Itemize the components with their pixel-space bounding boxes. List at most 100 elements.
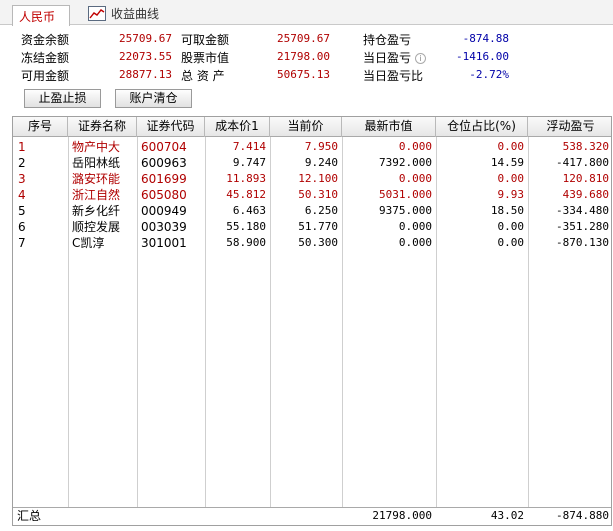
today-pnl-value: -1416.00 — [456, 50, 509, 63]
cell-price: 9.240 — [304, 156, 338, 169]
cell-pct: 18.50 — [490, 204, 524, 217]
stop-profit-loss-button[interactable]: 止盈止损 — [24, 89, 101, 108]
cell-pnl: 439.680 — [562, 188, 609, 201]
cell-name: 潞安环能 — [72, 172, 121, 186]
cell-mv: 0.000 — [398, 220, 432, 233]
stock-value-label: 股票市值 — [181, 51, 230, 65]
cell-price: 12.100 — [298, 172, 338, 185]
cell-name: C凯淳 — [72, 236, 105, 250]
table-row[interactable]: 3 潞安环能 601699 11.893 12.100 0.000 0.00 120.810 — [13, 171, 611, 187]
cell-price: 7.950 — [304, 140, 338, 153]
col-pnl[interactable]: 浮动盈亏 — [528, 117, 613, 137]
cell-code: 003039 — [141, 220, 187, 234]
total-pnl: -874.880 — [556, 509, 609, 522]
col-no[interactable]: 序号 — [13, 117, 68, 137]
today-pnl-label: 当日盈亏 i — [363, 49, 427, 66]
cell-code: 601699 — [141, 172, 187, 186]
available-value: 28877.13 — [119, 68, 172, 81]
cell-name: 顺控发展 — [72, 220, 121, 234]
withdrawable-value: 25709.67 — [277, 32, 330, 45]
cell-name: 物产中大 — [72, 140, 121, 154]
positions-table: 序号 证券名称 证券代码 成本价1 当前价 最新市值 仓位占比(%) 浮动盈亏 … — [12, 116, 612, 526]
cell-cost: 58.900 — [226, 236, 266, 249]
cell-no: 4 — [18, 188, 26, 202]
cell-name: 浙江自然 — [72, 188, 121, 202]
cell-pct: 14.59 — [490, 156, 524, 169]
total-assets-label: 总 资 产 — [181, 69, 225, 83]
col-price[interactable]: 当前价 — [270, 117, 342, 137]
cell-mv: 7392.000 — [379, 156, 432, 169]
cell-mv: 0.000 — [398, 236, 432, 249]
line-chart-icon — [88, 5, 106, 21]
total-label: 汇总 — [17, 509, 42, 523]
cell-no: 2 — [18, 156, 26, 170]
cell-mv: 0.000 — [398, 140, 432, 153]
table-header: 序号 证券名称 证券代码 成本价1 当前价 最新市值 仓位占比(%) 浮动盈亏 — [13, 117, 611, 137]
cell-pnl: -417.800 — [556, 156, 609, 169]
frozen-label: 冻结金额 — [21, 51, 70, 65]
cell-price: 51.770 — [298, 220, 338, 233]
cell-price: 6.250 — [304, 204, 338, 217]
col-cost[interactable]: 成本价1 — [205, 117, 270, 137]
position-pnl-label: 持仓盈亏 — [363, 33, 412, 47]
available-label: 可用金额 — [21, 69, 70, 83]
cell-no: 5 — [18, 204, 26, 218]
total-assets-value: 50675.13 — [277, 68, 330, 81]
cell-code: 301001 — [141, 236, 187, 250]
cell-cost: 11.893 — [226, 172, 266, 185]
cell-pnl: -334.480 — [556, 204, 609, 217]
total-pct: 43.02 — [490, 509, 524, 522]
today-pnl-ratio-value: -2.72% — [469, 68, 509, 81]
cell-cost: 55.180 — [226, 220, 266, 233]
cash-balance-value: 25709.67 — [119, 32, 172, 45]
cell-no: 3 — [18, 172, 26, 186]
table-row[interactable]: 2 岳阳林纸 600963 9.747 9.240 7392.000 14.59 -417.8… — [13, 155, 611, 171]
cell-mv: 9375.000 — [379, 204, 432, 217]
cell-mv: 0.000 — [398, 172, 432, 185]
cell-cost: 6.463 — [232, 204, 266, 217]
withdrawable-label: 可取金额 — [181, 33, 230, 47]
cell-price: 50.310 — [298, 188, 338, 201]
tab-rmb[interactable]: 人民币 — [12, 5, 70, 26]
tab-profit-curve[interactable]: 收益曲线 — [88, 4, 159, 22]
col-name[interactable]: 证券名称 — [68, 117, 137, 137]
col-mv[interactable]: 最新市值 — [342, 117, 436, 137]
cell-pnl: -870.130 — [556, 236, 609, 249]
stock-value-value: 21798.00 — [277, 50, 330, 63]
table-row[interactable]: 4 浙江自然 605080 45.812 50.310 5031.000 9.93 439.6… — [13, 187, 611, 203]
cell-pnl: -351.280 — [556, 220, 609, 233]
table-row[interactable]: 7 C凯淳 301001 58.900 50.300 0.000 0.00 -870.130 — [13, 235, 611, 251]
cell-no: 6 — [18, 220, 26, 234]
col-pct[interactable]: 仓位占比(%) — [436, 117, 528, 137]
cell-pct: 0.00 — [497, 172, 525, 185]
cell-no: 1 — [18, 140, 26, 154]
cell-pnl: 538.320 — [562, 140, 609, 153]
position-pnl-value: -874.88 — [462, 32, 509, 45]
table-total-row: 汇总 21798.000 43.02 -874.880 — [13, 507, 611, 525]
info-icon[interactable]: i — [415, 53, 427, 64]
table-row[interactable]: 1 物产中大 600704 7.414 7.950 0.000 0.00 538.320 — [13, 139, 611, 155]
cell-name: 岳阳林纸 — [72, 156, 121, 170]
frozen-value: 22073.55 — [119, 50, 172, 63]
clear-account-button[interactable]: 账户清仓 — [115, 89, 192, 108]
cell-pct: 0.00 — [497, 236, 525, 249]
cell-pct: 0.00 — [497, 220, 525, 233]
account-summary: 资金余额 25709.67 可取金额 25709.67 持仓盈亏 -874.88… — [0, 26, 613, 114]
table-row[interactable]: 5 新乡化纤 000949 6.463 6.250 9375.000 18.50 -334.4… — [13, 203, 611, 219]
cell-price: 50.300 — [298, 236, 338, 249]
today-pnl-ratio-label: 当日盈亏比 — [363, 69, 424, 83]
cell-pct: 0.00 — [497, 140, 525, 153]
table-row[interactable]: 6 顺控发展 003039 55.180 51.770 0.000 0.00 -351.280 — [13, 219, 611, 235]
tab-bar: 人民币 收益曲线 — [0, 0, 613, 26]
cell-code: 600704 — [141, 140, 187, 154]
cell-mv: 5031.000 — [379, 188, 432, 201]
cell-cost: 45.812 — [226, 188, 266, 201]
cell-cost: 7.414 — [232, 140, 266, 153]
cell-code: 000949 — [141, 204, 187, 218]
cell-code: 600963 — [141, 156, 187, 170]
col-code[interactable]: 证券代码 — [137, 117, 205, 137]
cell-cost: 9.747 — [232, 156, 266, 169]
total-mv: 21798.000 — [372, 509, 432, 522]
cell-name: 新乡化纤 — [72, 204, 121, 218]
cell-pnl: 120.810 — [562, 172, 609, 185]
